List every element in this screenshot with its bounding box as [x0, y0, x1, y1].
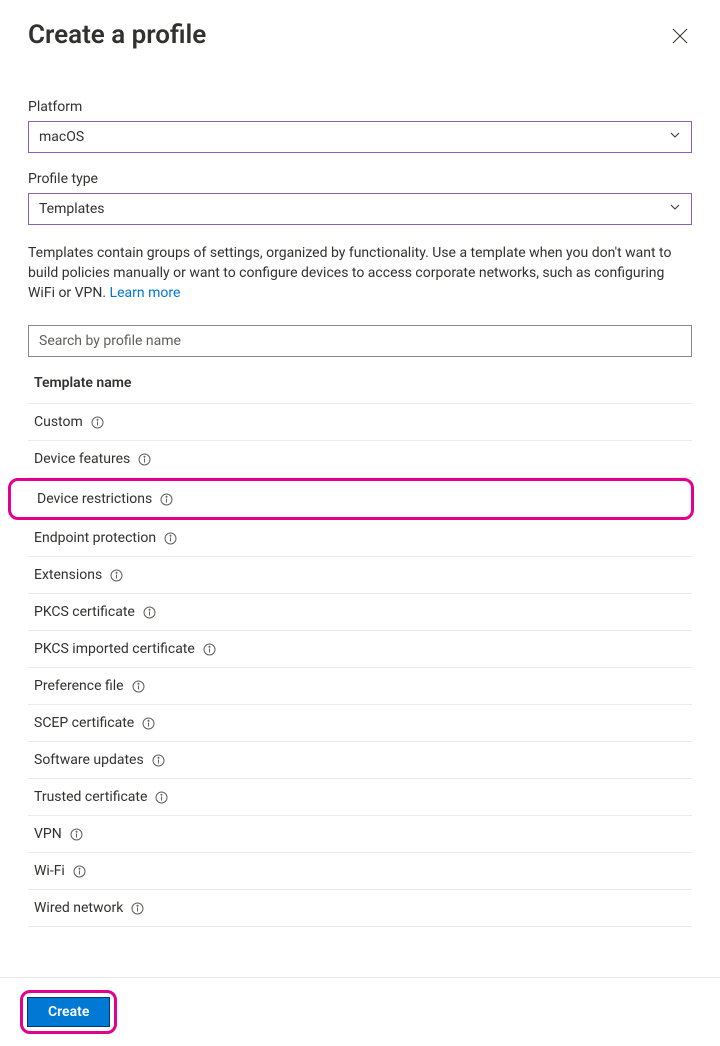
platform-value: macOS	[39, 129, 84, 145]
table-header: Template name	[28, 367, 692, 404]
template-item[interactable]: PKCS certificate	[28, 594, 692, 631]
panel-header: Create a profile	[28, 20, 692, 51]
template-item[interactable]: Custom	[28, 404, 692, 441]
template-item-label: Trusted certificate	[34, 789, 147, 805]
chevron-down-icon	[669, 129, 681, 145]
template-item[interactable]: Device restrictions	[8, 478, 694, 520]
template-item[interactable]: Wi-Fi	[28, 853, 692, 890]
template-item[interactable]: PKCS imported certificate	[28, 631, 692, 668]
profile-type-field: Profile type Templates	[28, 171, 692, 225]
template-item-label: PKCS certificate	[34, 604, 135, 620]
search-input[interactable]	[28, 325, 692, 357]
info-icon[interactable]	[70, 828, 83, 841]
info-icon[interactable]	[152, 754, 165, 767]
platform-label: Platform	[28, 99, 692, 115]
platform-dropdown[interactable]: macOS	[28, 121, 692, 153]
template-item[interactable]: Device features	[28, 441, 692, 478]
template-item[interactable]: SCEP certificate	[28, 705, 692, 742]
template-item-label: Endpoint protection	[34, 530, 156, 546]
info-icon[interactable]	[143, 606, 156, 619]
learn-more-link[interactable]: Learn more	[110, 285, 181, 301]
templates-description: Templates contain groups of settings, or…	[28, 243, 692, 303]
page-title: Create a profile	[28, 20, 206, 50]
template-item[interactable]: Endpoint protection	[28, 520, 692, 557]
template-item-label: Software updates	[34, 752, 144, 768]
template-item[interactable]: Preference file	[28, 668, 692, 705]
close-icon	[672, 32, 688, 47]
info-icon[interactable]	[73, 865, 86, 878]
template-item-label: Wired network	[34, 900, 123, 916]
template-item-label: Wi-Fi	[34, 863, 65, 879]
template-item-label: SCEP certificate	[34, 715, 134, 731]
template-item[interactable]: Software updates	[28, 742, 692, 779]
info-icon[interactable]	[138, 453, 151, 466]
info-icon[interactable]	[155, 791, 168, 804]
info-icon[interactable]	[131, 902, 144, 915]
info-icon[interactable]	[160, 493, 173, 506]
template-item-label: Custom	[34, 414, 83, 430]
chevron-down-icon	[669, 201, 681, 217]
platform-field: Platform macOS	[28, 99, 692, 153]
template-item-label: Device restrictions	[37, 491, 152, 507]
info-icon[interactable]	[91, 416, 104, 429]
info-icon[interactable]	[164, 532, 177, 545]
info-icon[interactable]	[110, 569, 123, 582]
template-item-label: Device features	[34, 451, 130, 467]
profile-type-label: Profile type	[28, 171, 692, 187]
info-icon[interactable]	[142, 717, 155, 730]
info-icon[interactable]	[203, 643, 216, 656]
template-item-label: Extensions	[34, 567, 102, 583]
close-button[interactable]	[668, 24, 692, 51]
info-icon[interactable]	[132, 680, 145, 693]
template-item[interactable]: VPN	[28, 816, 692, 853]
create-button[interactable]: Create	[27, 997, 110, 1027]
template-item-label: Preference file	[34, 678, 124, 694]
footer: Create	[0, 977, 720, 1046]
template-item[interactable]: Trusted certificate	[28, 779, 692, 816]
template-item-label: VPN	[34, 826, 62, 842]
template-item[interactable]: Wired network	[28, 890, 692, 927]
create-button-highlight: Create	[20, 990, 117, 1034]
template-item[interactable]: Extensions	[28, 557, 692, 594]
profile-type-dropdown[interactable]: Templates	[28, 193, 692, 225]
template-item-label: PKCS imported certificate	[34, 641, 195, 657]
profile-type-value: Templates	[39, 201, 105, 217]
template-list: Custom Device features Device restrictions…	[28, 404, 692, 927]
